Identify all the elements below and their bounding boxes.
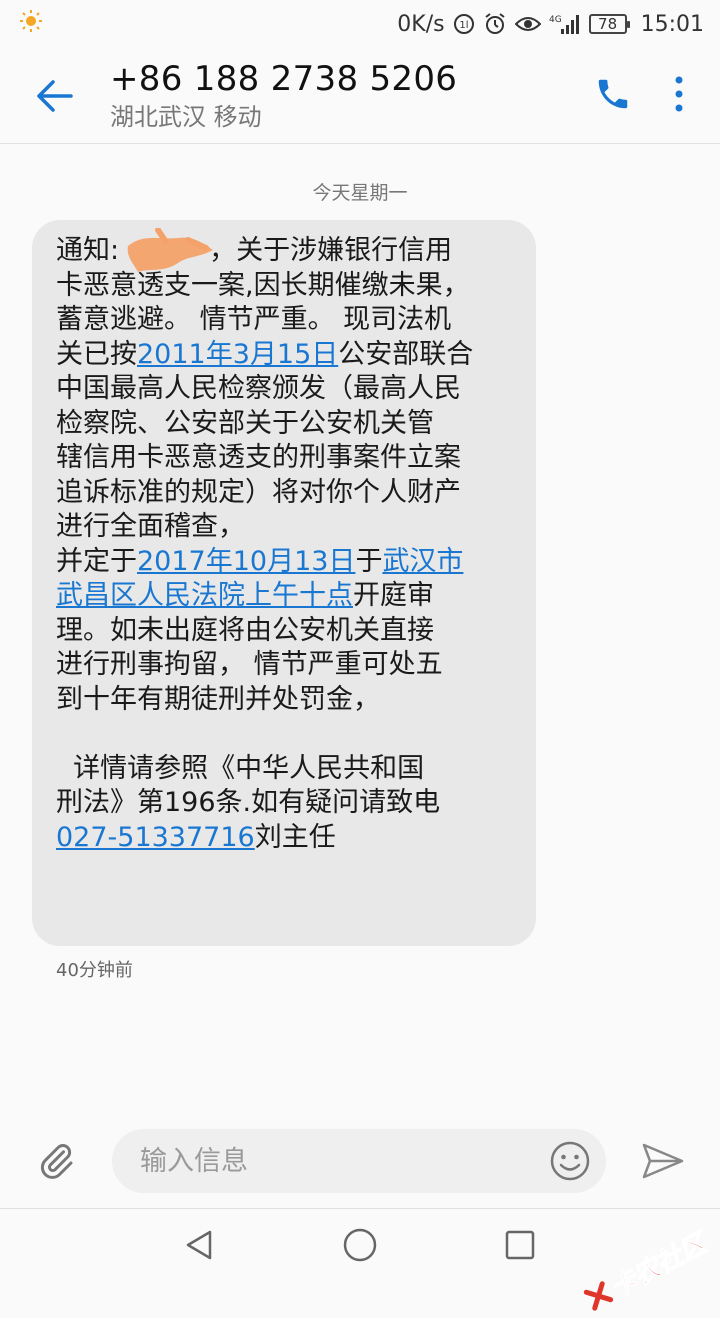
msg-text: 蓄意逃避。 情节严重。 现司法机: [56, 303, 516, 338]
attach-button[interactable]: [0, 1118, 112, 1204]
emoji-button[interactable]: [544, 1135, 596, 1187]
date-link[interactable]: 2011年3月15日: [137, 339, 338, 370]
message-timestamp: 40分钟前: [56, 956, 133, 982]
clock: 15:01: [641, 12, 704, 37]
eye-comfort-icon: [515, 14, 541, 34]
smiley-icon: [549, 1140, 591, 1182]
msg-text: 到十年有期徒刑并处罚金，: [56, 683, 516, 718]
date-separator: 今天星期一: [0, 178, 720, 205]
msg-text: ，关于涉嫌银行信用: [209, 235, 452, 266]
msg-text: 于: [355, 546, 382, 577]
back-button[interactable]: [0, 48, 110, 144]
send-icon: [641, 1142, 685, 1180]
address-link[interactable]: 武汉市: [382, 546, 463, 577]
phone-icon: [594, 75, 632, 113]
back-arrow-icon: [35, 76, 75, 116]
paperclip-icon: [36, 1141, 76, 1181]
phone-link[interactable]: 027-51337716: [56, 822, 255, 853]
alarm-icon: [483, 12, 507, 36]
data-saver-icon: 1l: [453, 13, 475, 35]
network-speed: 0K/s: [397, 12, 444, 37]
more-vert-icon: [674, 75, 684, 113]
date-link[interactable]: 2017年10月13日: [137, 546, 355, 577]
msg-blank-line: [56, 717, 516, 752]
square-recents-icon: [504, 1229, 536, 1261]
msg-text: 开庭审: [353, 580, 434, 611]
contact-info: +86 188 2738 5206 湖北武汉 移动: [110, 59, 594, 133]
message-input[interactable]: [138, 1145, 544, 1178]
send-button[interactable]: [606, 1118, 720, 1204]
signal-icon: 4G: [549, 13, 581, 35]
nav-recents-button[interactable]: [440, 1209, 600, 1281]
compose-bar: [0, 1118, 720, 1204]
status-bar: 0K/s 1l 4G 78 15:01: [0, 0, 720, 48]
msg-text: 理。如未出庭将由公安机关直接: [56, 614, 516, 649]
battery-level: 78: [598, 15, 617, 33]
msg-text: 通知:: [56, 235, 119, 266]
call-button[interactable]: [594, 75, 632, 117]
network-type: 4G: [549, 15, 562, 25]
msg-text: 中国最高人民检察颁发（最高人民: [56, 372, 516, 407]
circle-home-icon: [342, 1227, 378, 1263]
message-input-container: [112, 1129, 606, 1193]
msg-text: 追诉标准的规定）将对你个人财产: [56, 476, 516, 511]
nav-home-button[interactable]: [280, 1209, 440, 1281]
weather-sun-icon: [20, 10, 42, 38]
msg-text: 详情请参照《中华人民共和国: [56, 752, 516, 787]
msg-text: 并定于: [56, 546, 137, 577]
contact-number: +86 188 2738 5206: [110, 59, 594, 99]
triangle-back-icon: [183, 1228, 217, 1262]
nav-back-button[interactable]: [120, 1209, 280, 1281]
message-bubble[interactable]: 通知: ，关于涉嫌银行信用 卡恶意透支一案,因长期催缴未果， 蓄意逃避。 情节严重…: [32, 220, 536, 946]
msg-text: 进行刑事拘留， 情节严重可处五: [56, 648, 516, 683]
msg-text: 刘主任: [255, 822, 336, 853]
battery-indicator: 78: [589, 14, 627, 34]
msg-text: 进行全面稽查，: [56, 510, 516, 545]
msg-text: 辖信用卡恶意透支的刑事案件立案: [56, 441, 516, 476]
address-link[interactable]: 武昌区人民法院上午十点: [56, 580, 353, 611]
contact-location: 湖北武汉 移动: [110, 101, 594, 133]
msg-text: 卡恶意透支一案,因长期催缴未果，: [56, 269, 516, 304]
msg-text: 检察院、公安部关于公安机关管: [56, 407, 516, 442]
msg-text: 公安部联合: [338, 339, 473, 370]
svg-text:1l: 1l: [459, 20, 468, 31]
conversation-header: +86 188 2738 5206 湖北武汉 移动: [0, 48, 720, 144]
more-options-button[interactable]: [674, 75, 684, 117]
msg-text: 关已按: [56, 339, 137, 370]
msg-text: 刑法》第196条.如有疑问请致电: [56, 786, 516, 821]
